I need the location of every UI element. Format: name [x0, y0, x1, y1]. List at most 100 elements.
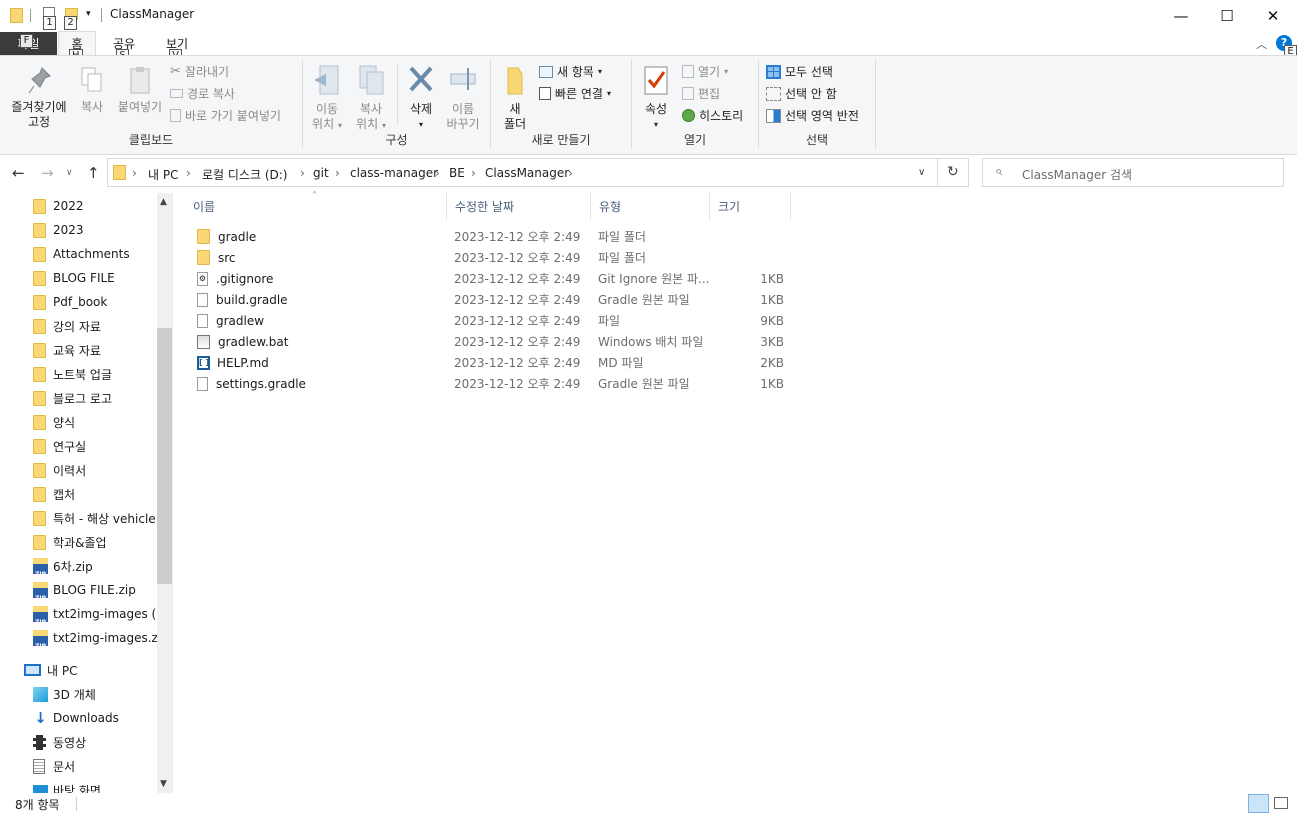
file-row[interactable]: [ ] HELP.md 2023-12-12 오후 2:49 MD 파일 2KB [185, 352, 805, 373]
nav-item[interactable]: 강의 자료 [0, 314, 157, 338]
nav-item[interactable]: 3D 개체 [0, 682, 157, 706]
chevron-right-icon[interactable]: › [300, 166, 305, 180]
up-arrow-icon[interactable]: ↑ [87, 164, 100, 182]
new-folder-button[interactable]: 새 폴더 [497, 64, 533, 132]
file-row[interactable]: gradlew.bat 2023-12-12 오후 2:49 Windows 배치 … [185, 331, 805, 352]
breadcrumb-classmanager[interactable]: ClassManager [485, 166, 569, 180]
scroll-down-icon[interactable]: ▼ [160, 779, 167, 789]
new-item-button[interactable]: 새 항목 ▾ [539, 63, 602, 80]
paste-button[interactable]: 붙여넣기 [114, 66, 166, 115]
copy-to-icon [359, 65, 384, 95]
group-separator [875, 60, 876, 148]
nav-item[interactable]: 동영상 [0, 730, 157, 754]
column-header-modified[interactable]: 수정한 날짜 [447, 193, 591, 220]
copy-to-button[interactable]: 복사 위치 ▾ [351, 64, 391, 133]
forward-arrow-icon[interactable]: → [41, 164, 54, 182]
file-row[interactable]: gradle 2023-12-12 오후 2:49 파일 폴더 [185, 226, 805, 247]
history-icon [682, 109, 695, 122]
invert-selection-button[interactable]: 선택 영역 반전 [766, 107, 859, 124]
chevron-right-icon[interactable]: › [435, 166, 440, 180]
easy-access-button[interactable]: 빠른 연결 ▾ [539, 85, 611, 102]
address-bar[interactable]: › 내 PC › 로컬 디스크 (D:) › git › class-manag… [107, 158, 969, 187]
minimize-button[interactable]: — [1158, 0, 1204, 31]
nav-item-this-pc[interactable]: 내 PC [0, 658, 157, 682]
nav-item[interactable]: ZIP txt2img-images.zip [0, 626, 157, 650]
nav-item[interactable]: 노트북 업글 [0, 362, 157, 386]
search-placeholder[interactable]: ClassManager 검색 [1022, 166, 1132, 183]
nav-item[interactable]: 양식 [0, 410, 157, 434]
maximize-icon: ☐ [1220, 6, 1234, 25]
close-button[interactable]: ✕ [1250, 0, 1296, 31]
scroll-up-icon[interactable]: ▲ [160, 197, 167, 207]
column-header-type[interactable]: 유형 [591, 193, 710, 220]
address-history-chevron-icon[interactable]: ∨ [918, 167, 925, 178]
nav-item[interactable]: ZIP 6차.zip [0, 554, 157, 578]
large-icons-view-icon[interactable] [1274, 797, 1288, 809]
nav-item[interactable]: 이력서 [0, 458, 157, 482]
nav-item[interactable]: 캡처 [0, 482, 157, 506]
pin-to-quick-access-button[interactable]: 즐겨찾기에 고정 [4, 66, 74, 130]
file-row[interactable]: gradlew 2023-12-12 오후 2:49 파일 9KB [185, 310, 805, 331]
copy-path-button[interactable]: 경로 복사 [170, 85, 235, 102]
nav-item[interactable]: Attachments [0, 242, 157, 266]
chevron-right-icon[interactable]: › [568, 166, 573, 180]
nav-scrollbar-thumb[interactable] [157, 328, 172, 584]
delete-button[interactable]: 삭제 ▾ [401, 64, 441, 132]
file-row[interactable]: ⚙ .gitignore 2023-12-12 오후 2:49 Git Ignore … [185, 268, 805, 289]
details-view-icon[interactable] [1248, 794, 1269, 813]
open-button[interactable]: 열기 ▾ [682, 63, 728, 80]
nav-item[interactable]: 블로그 로고 [0, 386, 157, 410]
search-box[interactable]: ⌕ ClassManager 검색 [982, 158, 1284, 187]
select-none-button[interactable]: 선택 안 함 [766, 85, 837, 102]
nav-item[interactable]: 특허 - 해상 vehicle [0, 506, 157, 530]
chevron-right-icon[interactable]: › [186, 166, 191, 180]
breadcrumb-class-manager[interactable]: class-manager [350, 166, 438, 180]
history-button[interactable]: 히스토리 [682, 107, 743, 124]
nav-item-label: 캡처 [53, 487, 76, 502]
paste-shortcut-button[interactable]: 바로 가기 붙여넣기 [170, 107, 281, 124]
breadcrumb-this-pc[interactable]: 내 PC [148, 166, 178, 183]
cut-button[interactable]: ✂ 잘라내기 [170, 63, 229, 80]
maximize-button[interactable]: ☐ [1204, 0, 1250, 31]
breadcrumb-git[interactable]: git [313, 166, 329, 180]
chevron-right-icon[interactable]: › [335, 166, 340, 180]
nav-item[interactable]: 교육 자료 [0, 338, 157, 362]
file-row[interactable]: src 2023-12-12 오후 2:49 파일 폴더 [185, 247, 805, 268]
nav-item[interactable]: ZIP txt2img-images (2) [0, 602, 157, 626]
breadcrumb-drive-d[interactable]: 로컬 디스크 (D:) [202, 166, 287, 183]
nav-item[interactable]: ↓ Downloads [0, 706, 157, 730]
nav-item[interactable]: 2023 [0, 218, 157, 242]
chevron-right-icon[interactable]: › [132, 166, 137, 180]
file-size [710, 247, 784, 268]
file-name: gradlew.bat [218, 334, 289, 349]
nav-item[interactable]: ZIP BLOG FILE.zip [0, 578, 157, 602]
nav-item[interactable]: 연구실 [0, 434, 157, 458]
copy-icon [81, 67, 102, 92]
edit-button[interactable]: 편집 [682, 85, 720, 102]
nav-item[interactable]: 2022 [0, 194, 157, 218]
file-modified: 2023-12-12 오후 2:49 [454, 251, 581, 265]
back-arrow-icon[interactable]: ← [12, 164, 25, 182]
file-row[interactable]: build.gradle 2023-12-12 오후 2:49 Gradle 원본 … [185, 289, 805, 310]
nav-item[interactable]: 학과&졸업 [0, 530, 157, 554]
easy-access-label: 빠른 연결 [555, 87, 603, 101]
recent-locations-chevron-icon[interactable]: ∨ [66, 168, 73, 178]
chevron-right-icon[interactable]: › [471, 166, 476, 180]
refresh-icon[interactable]: ↻ [947, 164, 959, 180]
nav-item[interactable]: 문서 [0, 754, 157, 778]
rename-button[interactable]: 이름 바꾸기 [441, 64, 485, 132]
move-to-button[interactable]: 이동 위치 ▾ [307, 64, 347, 133]
nav-item[interactable]: Pdf_book [0, 290, 157, 314]
file-row[interactable]: settings.gradle 2023-12-12 오후 2:49 Gradle … [185, 373, 805, 394]
column-header-name[interactable]: 이름 [185, 193, 447, 220]
rename-label-1: 이름 [451, 102, 475, 116]
nav-item[interactable]: 바탕 화면 [0, 778, 157, 793]
copy-button[interactable]: 복사 [74, 66, 110, 115]
collapse-ribbon-icon[interactable]: ︿ [1256, 36, 1267, 52]
properties-button[interactable]: 속성 ▾ [638, 64, 674, 132]
column-header-size[interactable]: 크기 [710, 193, 791, 220]
customize-qa-chevron-icon[interactable]: ▾ [86, 9, 91, 19]
select-all-button[interactable]: 모두 선택 [766, 63, 833, 80]
breadcrumb-be[interactable]: BE [449, 166, 465, 180]
nav-item[interactable]: BLOG FILE [0, 266, 157, 290]
